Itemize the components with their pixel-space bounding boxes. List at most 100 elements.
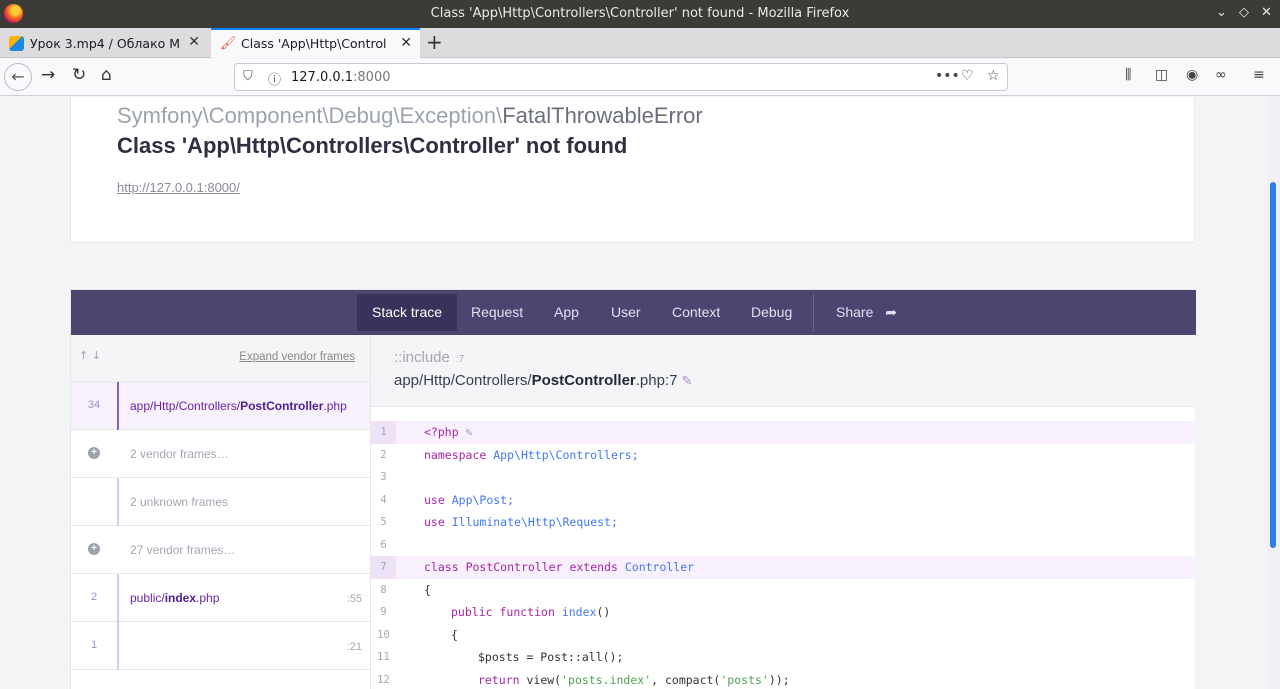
frame-indicator — [117, 478, 119, 526]
home-icon[interactable]: ⌂ — [101, 65, 112, 85]
extension-icon[interactable]: ∞ — [1215, 67, 1227, 83]
code-token: )); — [768, 672, 790, 687]
frame-path: public/index.php — [130, 591, 219, 605]
shield-icon[interactable]: ⛉ — [243, 69, 253, 84]
line-number: 12 — [377, 673, 390, 686]
tab-debug[interactable]: Debug — [736, 294, 807, 331]
tab-label: Урок 3.mp4 / Облако Mail — [30, 36, 180, 51]
line-number: 11 — [377, 651, 390, 663]
line-number: 2 — [380, 448, 387, 461]
code-line: 2 namespace App\Http\Controllers; — [371, 444, 1195, 467]
request-url-link[interactable]: http://127.0.0.1:8000/ — [117, 180, 240, 195]
sidebar-icon[interactable]: ◫ — [1155, 67, 1168, 83]
maximize-icon[interactable]: ◇ — [1239, 5, 1249, 20]
frame-line: :21 — [346, 641, 362, 653]
tab-strip: Урок 3.mp4 / Облако Mail ✕ 🖌 Class 'App\… — [0, 28, 1280, 58]
account-icon[interactable]: ◉ — [1186, 67, 1198, 83]
line-number: 3 — [380, 471, 387, 483]
tab-user[interactable]: User — [596, 294, 656, 331]
pocket-icon[interactable]: ♡ — [961, 68, 974, 84]
expand-plus-icon[interactable]: + — [88, 543, 100, 555]
bookmark-star-icon[interactable]: ☆ — [987, 68, 1000, 84]
edit-pencil-icon[interactable]: ✎ — [466, 425, 473, 439]
panel-tabs: Stack trace Request App User Context Deb… — [71, 290, 1196, 335]
minimize-icon[interactable]: ⌄ — [1216, 5, 1227, 20]
code-token: PostController — [465, 560, 563, 574]
frame-line: :55 — [346, 593, 362, 605]
code-token: function — [499, 605, 555, 619]
ignition-favicon-icon: 🖌 — [220, 36, 237, 51]
frame-row[interactable]: 34 app/Http/Controllers/PostController.p… — [71, 382, 370, 430]
frame-file: index — [164, 591, 197, 605]
tab-app[interactable]: App — [539, 294, 594, 331]
frame-file-path: app/Http/Controllers/PostController.php:… — [394, 372, 692, 389]
frame-group-label: 2 unknown frames — [130, 495, 229, 509]
code-viewer: ::include:7 app/Http/Controllers/PostCon… — [371, 335, 1195, 689]
tab-share[interactable]: Share ➦ — [821, 294, 912, 331]
code-token: view( — [526, 672, 562, 687]
sort-arrows-icon[interactable]: ↑ ↓ — [79, 349, 101, 362]
page-viewport: Symfony\Component\Debug\Exception\FatalT… — [0, 97, 1267, 689]
frame-number: 34 — [87, 399, 101, 411]
library-icon[interactable]: ⫼ — [1125, 67, 1131, 83]
frame-ext: .php — [196, 591, 220, 605]
frame-dir: app/Http/Controllers/ — [130, 399, 241, 413]
frame-row-vendor[interactable]: + 27 vendor frames… — [71, 526, 370, 574]
frame-file: PostController — [240, 399, 324, 413]
tab-error-page[interactable]: 🖌 Class 'App\Http\Controllers\Controller… — [211, 28, 420, 58]
frame-row-unknown[interactable]: 2 unknown frames — [71, 478, 370, 526]
new-tab-icon[interactable]: + — [426, 30, 443, 54]
close-tab-icon[interactable]: ✕ — [400, 35, 412, 51]
line-number: 1 — [371, 421, 396, 444]
tab-cloud-mail[interactable]: Урок 3.mp4 / Облако Mail ✕ — [0, 28, 208, 58]
frames-header: ↑ ↓ Expand vendor frames — [71, 335, 370, 382]
exception-message: Class 'App\Http\Controllers\Controller' … — [117, 133, 628, 158]
code-header: ::include:7 app/Http/Controllers/PostCon… — [371, 335, 1195, 407]
code-token: use — [424, 515, 445, 529]
tab-context[interactable]: Context — [657, 294, 735, 331]
code-line: 4 use App\Post; — [371, 489, 1195, 512]
frames-list: ↑ ↓ Expand vendor frames 34 app/Http/Con… — [71, 335, 371, 689]
error-card: Symfony\Component\Debug\Exception\FatalT… — [70, 97, 1195, 243]
file-ext-line: .php:7 — [635, 372, 678, 389]
frame-row[interactable]: 1 :21 — [71, 622, 370, 670]
page-actions-icon[interactable]: ••• — [935, 68, 960, 84]
info-icon[interactable]: ⓘ — [268, 69, 281, 88]
tab-separator — [813, 294, 814, 331]
code-token: App\Post; — [451, 492, 515, 507]
code-token: use — [424, 492, 445, 507]
code-token: App\Http\Controllers; — [493, 447, 639, 462]
frame-row[interactable]: 2 public/index.php :55 — [71, 574, 370, 622]
forward-icon[interactable]: → — [41, 65, 55, 85]
line-number: 8 — [380, 583, 387, 596]
tab-request[interactable]: Request — [456, 294, 538, 331]
code-token: class — [424, 560, 459, 574]
expand-plus-icon[interactable]: + — [88, 447, 100, 459]
frame-group-label: 27 vendor frames… — [130, 543, 236, 557]
url-text[interactable]: 127.0.0.1:8000 — [291, 70, 391, 85]
expand-vendor-frames-link[interactable]: Expand vendor frames — [239, 351, 355, 363]
menu-icon[interactable]: ≡ — [1253, 67, 1265, 83]
close-window-icon[interactable]: ✕ — [1261, 5, 1272, 20]
back-icon[interactable]: ← — [4, 63, 32, 91]
tab-stack-trace[interactable]: Stack trace — [357, 294, 458, 331]
exception-namespace: Symfony\Component\Debug\Exception\ — [117, 103, 503, 128]
edit-pencil-icon[interactable]: ✎ — [681, 373, 692, 388]
code-token: namespace — [424, 447, 487, 462]
url-bar[interactable]: ⛉ ⓘ 127.0.0.1:8000 ••• ♡ ☆ — [234, 63, 1008, 91]
reload-icon[interactable]: ↻ — [72, 65, 86, 85]
frame-indicator — [117, 622, 119, 670]
cloud-mail-favicon-icon — [9, 36, 24, 51]
frame-indicator — [117, 574, 119, 622]
code-token: Illuminate\Http\Request; — [451, 515, 618, 529]
code-token: 'posts.index' — [561, 672, 652, 687]
frame-ext: .php — [323, 399, 347, 413]
code-token: 'posts' — [720, 672, 769, 687]
code-token: extends — [569, 560, 618, 574]
url-host: 127.0.0.1 — [291, 70, 354, 85]
tab-label: Class 'App\Http\Controllers\Controller' … — [241, 36, 387, 51]
navigation-bar: ← → ↻ ⌂ ⛉ ⓘ 127.0.0.1:8000 ••• ♡ ☆ ⫼ ◫ ◉… — [0, 59, 1280, 96]
page-scrollbar-thumb[interactable] — [1270, 182, 1276, 548]
frame-row-vendor[interactable]: + 2 vendor frames… — [71, 430, 370, 478]
close-tab-icon[interactable]: ✕ — [188, 34, 200, 50]
